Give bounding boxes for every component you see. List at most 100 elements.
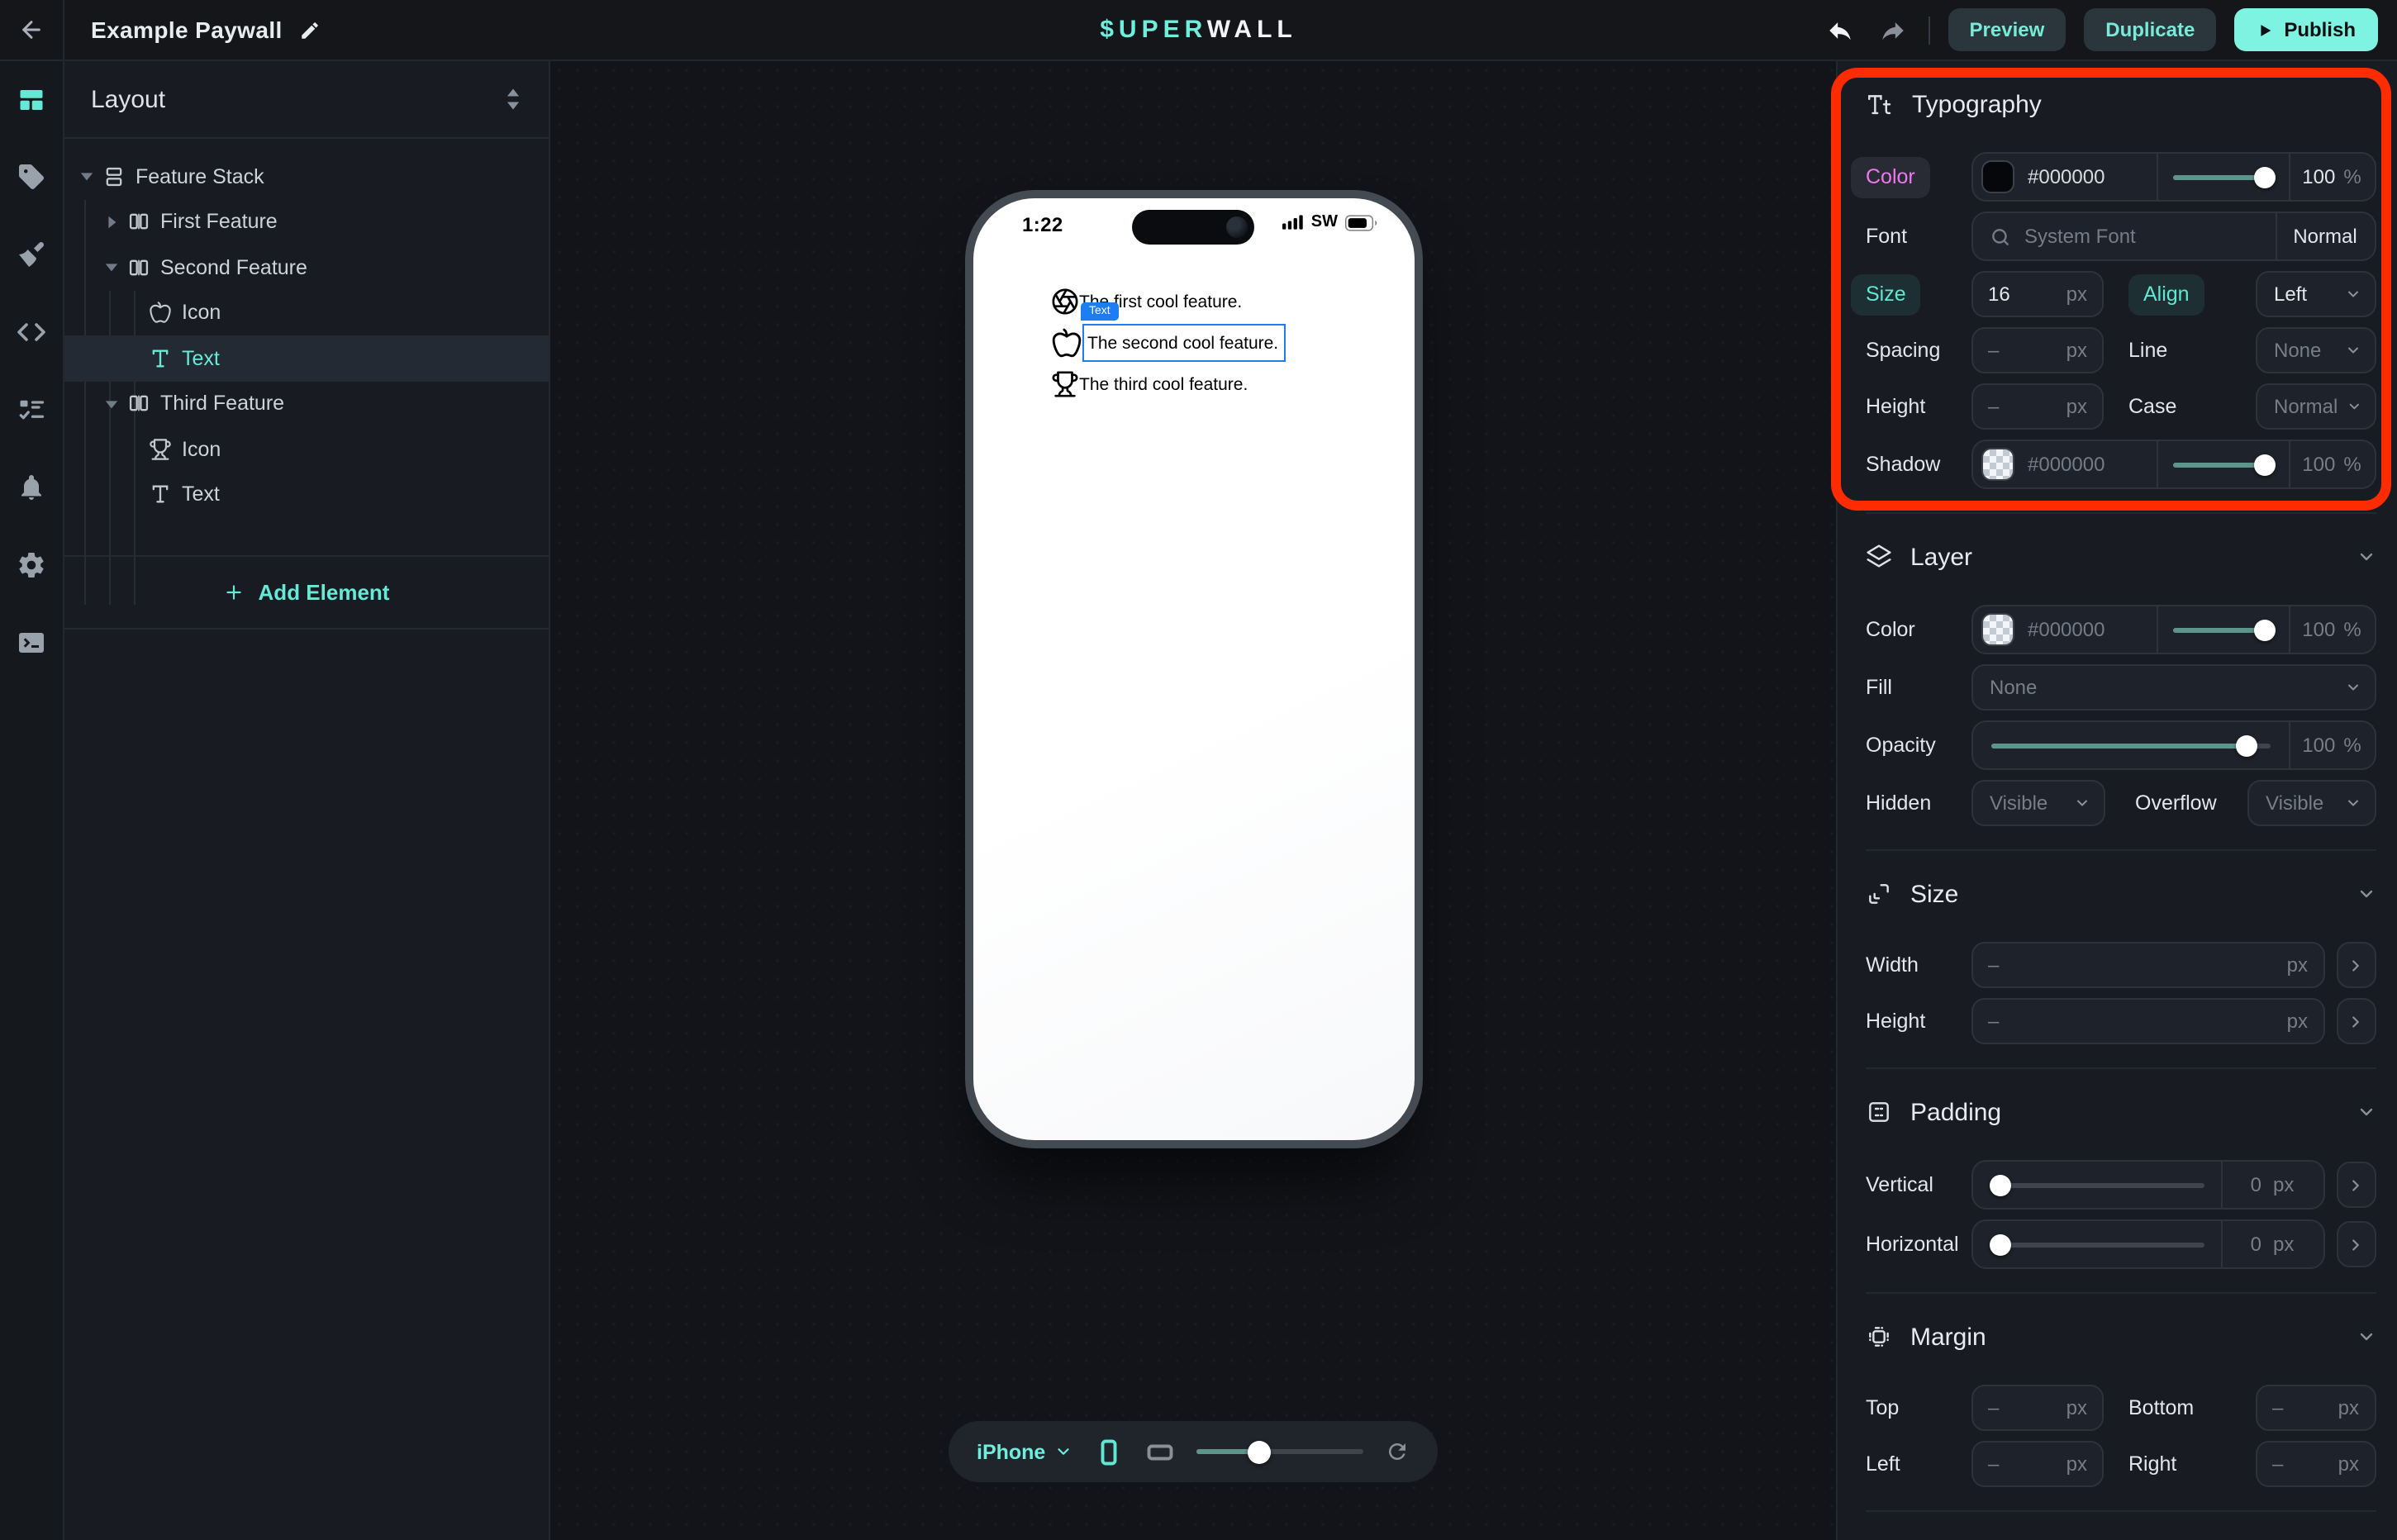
sort-icon[interactable] bbox=[504, 86, 522, 112]
font-size-input[interactable]: 16 px bbox=[1971, 271, 2104, 317]
margin-top-input[interactable]: – px bbox=[1971, 1385, 2104, 1431]
tree-item-text[interactable]: Text bbox=[64, 472, 549, 517]
margin-left-input[interactable]: – px bbox=[1971, 1441, 2104, 1487]
paintbrush-icon[interactable] bbox=[17, 240, 46, 269]
color-swatch[interactable] bbox=[1981, 160, 2014, 193]
collapse-arrow-icon[interactable] bbox=[102, 215, 119, 230]
horizontal-padding-value[interactable]: 0 px bbox=[2220, 1221, 2323, 1267]
phone-screen[interactable]: 1:22 SW The first cool feature. bbox=[973, 198, 1414, 1140]
code-icon[interactable] bbox=[17, 317, 46, 347]
fill-dropdown[interactable]: None bbox=[1971, 664, 2376, 711]
case-dropdown[interactable]: Normal bbox=[2256, 383, 2376, 430]
landscape-orientation-button[interactable] bbox=[1144, 1437, 1174, 1466]
font-search-field[interactable]: System Font Normal bbox=[1971, 212, 2376, 261]
spacing-label: Spacing bbox=[1866, 339, 1971, 362]
tree-item-text-selected[interactable]: Text bbox=[64, 335, 549, 381]
horizontal-padding-expand-button[interactable] bbox=[2336, 1221, 2376, 1267]
layout-icon[interactable] bbox=[17, 84, 46, 114]
height-input[interactable]: – px bbox=[1971, 998, 2324, 1044]
zoom-slider-knob[interactable] bbox=[1248, 1440, 1271, 1463]
overflow-dropdown[interactable]: Visible bbox=[2247, 780, 2376, 826]
feature-list: The first cool feature. Text The second … bbox=[973, 288, 1414, 398]
width-expand-button[interactable] bbox=[2336, 942, 2376, 988]
tree-item-second-feature[interactable]: Second Feature bbox=[64, 245, 549, 290]
redo-button[interactable] bbox=[1876, 12, 1910, 47]
corners-section: Corners bbox=[1866, 1510, 2376, 1540]
feature-row-second-selected[interactable]: Text The second cool feature. bbox=[1051, 324, 1335, 362]
bell-icon[interactable] bbox=[17, 473, 46, 502]
expand-arrow-icon[interactable] bbox=[78, 169, 94, 184]
tree-item-icon[interactable]: Icon bbox=[64, 426, 549, 472]
size-icon bbox=[1866, 881, 1892, 907]
selection-outline[interactable]: Text The second cool feature. bbox=[1082, 324, 1285, 362]
collapse-section-icon[interactable] bbox=[2356, 1327, 2376, 1347]
shadow-opacity-slider[interactable] bbox=[2172, 453, 2273, 476]
tree-item-third-feature[interactable]: Third Feature bbox=[64, 381, 549, 426]
tree-item-feature-stack[interactable]: Feature Stack bbox=[64, 154, 549, 199]
horizontal-padding-slider[interactable] bbox=[1990, 1233, 2204, 1256]
terminal-icon[interactable] bbox=[17, 628, 46, 658]
letter-spacing-input[interactable]: – px bbox=[1971, 327, 2104, 373]
layer-color-hex-field[interactable]: #000000 bbox=[1973, 606, 2156, 653]
vertical-padding-value[interactable]: 0 px bbox=[2220, 1162, 2323, 1208]
undo-button[interactable] bbox=[1823, 12, 1857, 47]
logo-text-accent: $UPER bbox=[1100, 16, 1207, 44]
opacity-percent-field[interactable]: 100 % bbox=[2288, 722, 2374, 768]
device-selector[interactable]: iPhone bbox=[977, 1440, 1072, 1463]
tree-item-icon[interactable]: Icon bbox=[64, 290, 549, 335]
shadow-label: Shadow bbox=[1866, 453, 1971, 476]
camera-dot bbox=[1226, 216, 1248, 238]
feature-row-third[interactable]: The third cool feature. bbox=[1051, 370, 1335, 398]
edit-title-icon[interactable] bbox=[299, 19, 321, 40]
preview-button[interactable]: Preview bbox=[1948, 8, 2066, 51]
tree-item-first-feature[interactable]: First Feature bbox=[64, 199, 549, 245]
device-toolbar: iPhone bbox=[949, 1421, 1438, 1482]
columns-icon bbox=[127, 211, 150, 234]
publish-button[interactable]: Publish bbox=[2234, 8, 2377, 51]
add-element-button[interactable]: Add Element bbox=[64, 555, 549, 630]
typography-color-percent-field[interactable]: 100 % bbox=[2288, 154, 2374, 200]
collapse-section-icon[interactable] bbox=[2356, 884, 2376, 904]
size-chip-label[interactable]: Size bbox=[1851, 273, 1921, 315]
transparent-swatch[interactable] bbox=[1981, 613, 2014, 646]
shadow-hex-field[interactable]: #000000 bbox=[1973, 441, 2156, 487]
hidden-dropdown[interactable]: Visible bbox=[1971, 780, 2105, 826]
typography-color-hex-field[interactable]: #000000 bbox=[1973, 154, 2156, 200]
tag-icon[interactable] bbox=[17, 162, 46, 192]
opacity-control: 100 % bbox=[1971, 720, 2376, 770]
duplicate-button[interactable]: Duplicate bbox=[2084, 8, 2216, 51]
expand-arrow-icon[interactable] bbox=[102, 397, 119, 411]
expand-arrow-icon[interactable] bbox=[102, 260, 119, 275]
transparent-swatch[interactable] bbox=[1981, 448, 2014, 481]
vertical-padding-expand-button[interactable] bbox=[2336, 1162, 2376, 1208]
align-dropdown[interactable]: Left bbox=[2256, 271, 2376, 317]
back-button[interactable] bbox=[0, 0, 64, 59]
height-expand-button[interactable] bbox=[2336, 998, 2376, 1044]
gear-icon[interactable] bbox=[17, 550, 46, 580]
zoom-slider[interactable] bbox=[1196, 1440, 1363, 1463]
collapse-section-icon[interactable] bbox=[2356, 1102, 2376, 1122]
battery-icon bbox=[1344, 214, 1377, 231]
phone-status-bar: 1:22 SW bbox=[973, 198, 1414, 254]
checklist-icon[interactable] bbox=[17, 395, 46, 425]
layer-color-opacity-slider[interactable] bbox=[2172, 618, 2273, 641]
top-bar: Example Paywall $UPERWALL Preview Duplic… bbox=[0, 0, 2397, 61]
width-input[interactable]: – px bbox=[1971, 942, 2324, 988]
typography-color-label[interactable]: Color bbox=[1851, 156, 1930, 197]
trophy-icon bbox=[1051, 370, 1079, 398]
vertical-padding-control: 0 px bbox=[1971, 1160, 2324, 1210]
typography-color-opacity-slider[interactable] bbox=[2172, 165, 2273, 188]
shadow-percent-field[interactable]: 100 % bbox=[2288, 441, 2374, 487]
align-chip-label[interactable]: Align bbox=[2128, 273, 2204, 315]
line-dropdown[interactable]: None bbox=[2256, 327, 2376, 373]
line-height-input[interactable]: – px bbox=[1971, 383, 2104, 430]
layer-color-percent-field[interactable]: 100 % bbox=[2288, 606, 2374, 653]
portrait-orientation-button[interactable] bbox=[1093, 1437, 1123, 1466]
vertical-padding-slider[interactable] bbox=[1990, 1173, 2204, 1196]
font-weight-dropdown[interactable]: Normal bbox=[2275, 213, 2374, 259]
opacity-slider[interactable] bbox=[1991, 734, 2270, 757]
margin-bottom-input[interactable]: – px bbox=[2256, 1385, 2376, 1431]
collapse-section-icon[interactable] bbox=[2356, 547, 2376, 567]
margin-right-input[interactable]: – px bbox=[2256, 1441, 2376, 1487]
refresh-icon[interactable] bbox=[1385, 1439, 1410, 1464]
